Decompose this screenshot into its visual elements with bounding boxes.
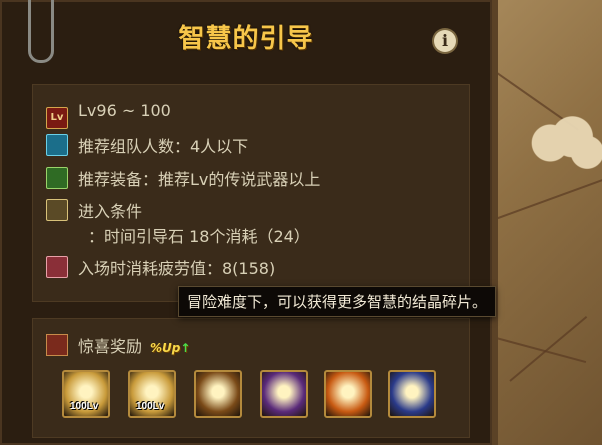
key-icon bbox=[46, 199, 68, 221]
reward-label: 惊喜奖励 bbox=[78, 337, 143, 356]
item-level-label: 100Lv bbox=[136, 401, 165, 412]
level-row: Lv Lv96 ~ 100 bbox=[46, 100, 171, 129]
sword-icon bbox=[46, 167, 68, 189]
reward-item-1[interactable]: 100Lv bbox=[62, 370, 110, 418]
up-arrow-icon: ↑ bbox=[180, 341, 191, 355]
reward-item-3[interactable] bbox=[194, 370, 242, 418]
fatigue-text: 入场时消耗疲劳值：8(158) bbox=[78, 259, 276, 278]
fatigue-row: 入场时消耗疲劳值：8(158) bbox=[46, 256, 275, 278]
entry-text: 进入条件 bbox=[78, 202, 143, 221]
party-text: 推荐组队人数：4人以下 bbox=[78, 137, 249, 156]
chest-icon bbox=[46, 334, 68, 356]
level-text: Lv96 ~ 100 bbox=[78, 101, 171, 120]
party-row: 推荐组队人数：4人以下 bbox=[46, 134, 248, 156]
item-level-label: 100Lv bbox=[70, 401, 99, 412]
up-badge-text: %Up bbox=[150, 341, 181, 355]
lv-icon: Lv bbox=[46, 107, 68, 129]
tooltip: 冒险难度下，可以获得更多智慧的结晶碎片。 bbox=[178, 286, 497, 317]
info-icon[interactable]: i bbox=[434, 30, 456, 52]
entry-row: 进入条件 bbox=[46, 199, 142, 221]
reward-item-2[interactable]: 100Lv bbox=[128, 370, 176, 418]
dungeon-title: 智慧的引导 bbox=[178, 24, 314, 54]
reward-header: 惊喜奖励 %Up↑ bbox=[46, 334, 190, 356]
equipment-row: 推荐装备：推荐Lv的传说武器以上 bbox=[46, 167, 320, 189]
reward-item-5[interactable] bbox=[324, 370, 372, 418]
reward-item-4[interactable] bbox=[260, 370, 308, 418]
entry-detail-text: ：时间引导石 18个消耗（24） bbox=[88, 227, 310, 246]
cloud-decoration bbox=[528, 112, 602, 174]
dungeon-info-panel: 智慧的引导 i Lv Lv96 ~ 100 推荐组队人数：4人以下 推荐装备：推荐… bbox=[0, 0, 498, 445]
equipment-text: 推荐装备：推荐Lv的传说武器以上 bbox=[78, 170, 321, 189]
fatigue-icon bbox=[46, 256, 68, 278]
party-icon bbox=[46, 134, 68, 156]
up-badge: %Up↑ bbox=[150, 337, 190, 359]
reward-item-6[interactable] bbox=[388, 370, 436, 418]
